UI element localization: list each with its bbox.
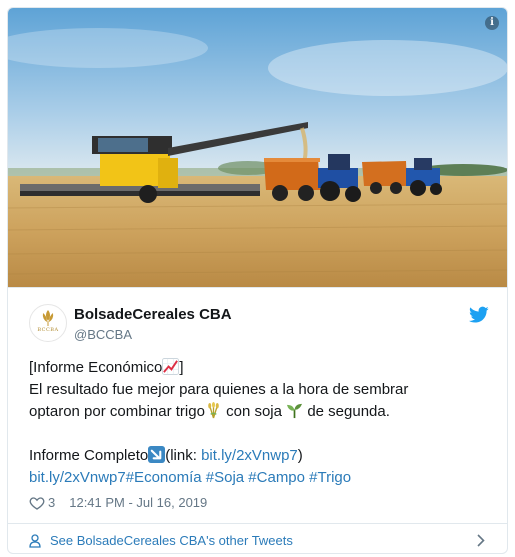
tweet-text-segment: [Informe Económico	[29, 359, 163, 376]
tweet-line-2: El resultado fue mejor para quienes a la…	[29, 381, 409, 398]
tweet-text: [Informe Económico] El resultado fue mej…	[29, 357, 489, 489]
twitter-bird-icon[interactable]	[469, 306, 489, 324]
tweet-line-4: Informe Completo (link: bit.ly/2xVnwp7)	[29, 445, 489, 467]
avatar-text: BCCBA	[37, 327, 59, 333]
tweet-text-segment: Informe Completo	[29, 447, 149, 464]
grain-cart-tractor	[264, 154, 361, 202]
tweet-text-segment: de segunda.	[303, 403, 390, 420]
media-divider	[8, 287, 507, 288]
down-right-arrow-emoji	[148, 446, 166, 463]
like-count[interactable]: 3	[48, 495, 55, 510]
seedling-emoji	[287, 403, 303, 419]
tweet-text-segment: con soja	[221, 403, 287, 420]
harvest-photo	[8, 8, 507, 287]
author-name[interactable]: BolsadeCereales CBA	[74, 306, 232, 323]
tweet-card: i BCCBA BolsadeCereales CBA @BCCBA [Info…	[7, 7, 508, 554]
heart-icon[interactable]	[29, 495, 45, 511]
tweet-link[interactable]: bit.ly/2xVnwp7	[201, 447, 298, 464]
tweet-line-5: bit.ly/2xVnwp7#Economía #Soja #Campo #Tr…	[29, 467, 489, 489]
tweet-link[interactable]: bit.ly/2xVnwp7	[29, 469, 126, 486]
avatar[interactable]: BCCBA	[29, 304, 67, 342]
tweet-text-segment: optaron por combinar trigo	[29, 403, 205, 420]
tweet-footer[interactable]: See BolsadeCereales CBA's other Tweets	[8, 523, 507, 553]
chart-increasing-emoji	[162, 358, 180, 375]
info-icon[interactable]: i	[485, 16, 499, 30]
tweet-timestamp[interactable]: 12:41 PM - Jul 16, 2019	[69, 495, 207, 510]
sheaf-of-rice-emoji	[208, 402, 219, 419]
tweet-line-3: optaron por combinar trigo con soja de s…	[29, 401, 489, 423]
tweet-text-segment: )	[297, 447, 303, 464]
tweet-meta: 3 12:41 PM - Jul 16, 2019	[29, 495, 207, 515]
tweet-line-1: [Informe Económico]	[29, 357, 489, 379]
other-tweets-link[interactable]: See BolsadeCereales CBA's other Tweets	[50, 533, 293, 548]
author-handle[interactable]: @BCCBA	[74, 327, 132, 342]
person-icon	[29, 534, 41, 548]
tweet-author: BCCBA BolsadeCereales CBA @BCCBA	[29, 304, 489, 344]
tweet-text-segment: ]	[179, 359, 184, 376]
chevron-right-icon	[477, 534, 485, 547]
bccba-logo-icon	[42, 310, 54, 326]
tweet-text-segment: (link:	[165, 447, 202, 464]
tweet-media-image[interactable]: i	[8, 8, 507, 287]
tweet-hashtags[interactable]: #Economía #Soja #Campo #Trigo	[126, 469, 351, 486]
